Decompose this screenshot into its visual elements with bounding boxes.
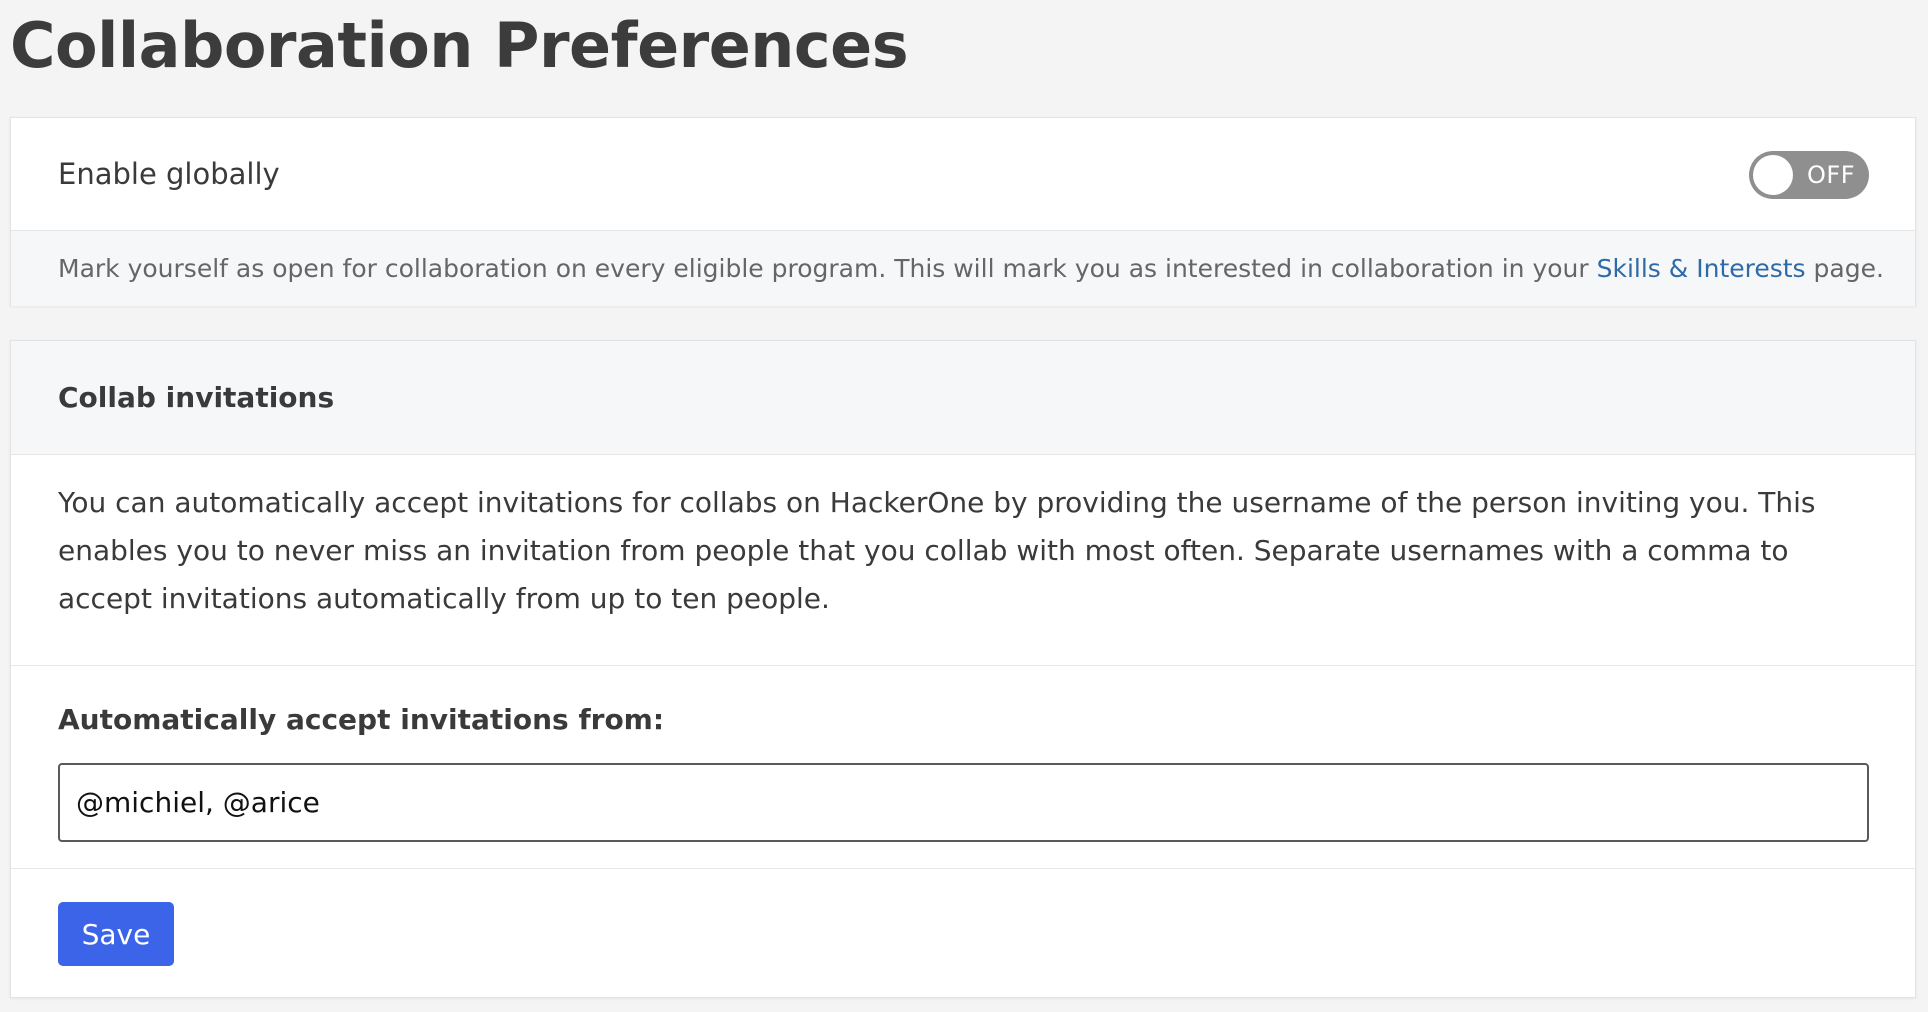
collab-invitations-description-section: You can automatically accept invitations…	[11, 455, 1915, 666]
auto-accept-label: Automatically accept invitations from:	[58, 703, 665, 736]
toggle-state-label: OFF	[1807, 161, 1855, 189]
skills-interests-link[interactable]: Skills & Interests	[1597, 254, 1806, 283]
description-text-after: page.	[1805, 254, 1884, 283]
collab-invitations-header: Collab invitations	[11, 341, 1915, 455]
enable-globally-label: Enable globally	[58, 157, 280, 191]
toggle-knob	[1753, 155, 1793, 195]
collab-invitations-card: Collab invitations You can automatically…	[10, 340, 1916, 998]
enable-globally-description: Mark yourself as open for collaboration …	[11, 231, 1915, 306]
description-text-before: Mark yourself as open for collaboration …	[58, 254, 1597, 283]
enable-globally-toggle[interactable]: OFF	[1749, 151, 1869, 199]
auto-accept-section: Automatically accept invitations from:	[11, 666, 1915, 869]
page-title: Collaboration Preferences	[10, 9, 909, 82]
save-button[interactable]: Save	[58, 902, 174, 966]
global-collaboration-card: Enable globally OFF Mark yourself as ope…	[10, 117, 1916, 306]
collab-invitations-title: Collab invitations	[58, 381, 335, 414]
collab-invitations-description: You can automatically accept invitations…	[58, 486, 1816, 615]
enable-globally-row: Enable globally OFF	[11, 118, 1915, 231]
auto-accept-input[interactable]	[58, 763, 1869, 842]
